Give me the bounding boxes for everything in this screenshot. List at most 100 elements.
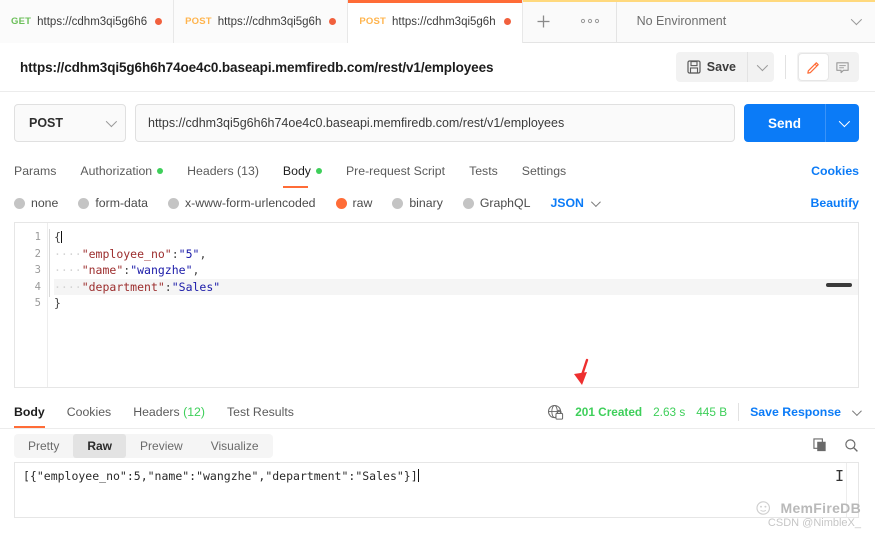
code-key: "department"	[81, 279, 165, 294]
radio-icon	[392, 197, 404, 209]
cookies-link[interactable]: Cookies	[811, 164, 859, 178]
http-method-select[interactable]: POST	[14, 104, 126, 142]
title-actions: Save	[675, 52, 859, 82]
tab-tests[interactable]: Tests	[469, 154, 498, 188]
watermark-credit: CSDN @NimbleX_	[767, 517, 861, 529]
view-mode-raw[interactable]: Raw	[73, 433, 127, 458]
url-input[interactable]: https://cdhm3qi5g6h6h74oe4c0.baseapi.mem…	[135, 104, 735, 142]
body-type-label: x-www-form-urlencoded	[184, 196, 316, 210]
body-type-raw[interactable]: raw	[335, 196, 372, 210]
copy-icon[interactable]	[813, 438, 828, 453]
code-fold-guide	[49, 229, 50, 297]
status-dot-icon	[315, 168, 322, 174]
environment-selector[interactable]: No Environment	[616, 0, 875, 42]
tab-body[interactable]: Body	[282, 154, 322, 188]
url-input-value: https://cdhm3qi5g6h6h74oe4c0.baseapi.mem…	[148, 116, 565, 130]
code-key: "name"	[81, 263, 124, 277]
response-status-text: 201 Created	[575, 405, 643, 419]
send-options-button[interactable]	[825, 104, 859, 142]
chevron-down-icon	[105, 115, 118, 128]
body-format-value: JSON	[550, 196, 584, 210]
editor-code-area[interactable]: { ····"employee_no":"5", ····"name":"wan…	[47, 223, 858, 387]
body-type-binary[interactable]: binary	[392, 196, 443, 210]
body-type-label: binary	[409, 196, 443, 210]
body-type-graphql[interactable]: GraphQL	[462, 196, 530, 210]
request-tab-3-active[interactable]: POST https://cdhm3qi5g6h	[348, 0, 523, 43]
unsaved-dot-icon	[503, 18, 511, 25]
response-scrollbar-track[interactable]	[846, 463, 858, 517]
line-number: 3	[34, 264, 41, 276]
url-bar-row: POST https://cdhm3qi5g6h6h74oe4c0.baseap…	[0, 92, 875, 154]
edit-request-button[interactable]	[799, 54, 828, 80]
code-tail: ,	[192, 263, 200, 277]
request-body-editor[interactable]: 1 2 3 4 5 { ····"employee_no":"5", ····"…	[14, 222, 859, 388]
code-line-4: ····"department":"Sales"	[54, 278, 858, 295]
code-line-1: {	[54, 229, 858, 246]
comments-button[interactable]	[828, 54, 857, 80]
send-button[interactable]: Send	[743, 104, 825, 142]
response-view-row: Pretty Raw Preview Visualize	[0, 428, 875, 462]
line-number: 4	[34, 280, 41, 293]
plus-icon	[537, 15, 550, 27]
tab-headers[interactable]: Headers (13)	[187, 154, 259, 188]
chevron-down-icon[interactable]	[851, 405, 862, 416]
new-tab-button[interactable]	[522, 0, 565, 42]
response-body-viewer[interactable]: [{"employee_no":5,"name":"wangzhe","depa…	[14, 462, 859, 518]
save-options-button[interactable]	[747, 52, 774, 82]
view-mode-preview[interactable]: Preview	[126, 434, 197, 458]
tab-url-label: https://cdhm3qi5g6h	[392, 15, 496, 28]
response-view-mode-group: Pretty Raw Preview Visualize	[14, 433, 273, 458]
body-format-select[interactable]: JSON	[550, 196, 601, 210]
pencil-icon	[807, 61, 819, 74]
radio-icon	[78, 197, 90, 209]
view-mode-visualize[interactable]: Visualize	[197, 434, 273, 458]
code-line-text: }	[54, 296, 61, 310]
view-mode-pretty[interactable]: Pretty	[14, 434, 73, 458]
send-button-group: Send	[743, 104, 859, 142]
save-response-button[interactable]: Save Response	[750, 405, 841, 419]
save-button[interactable]: Save	[675, 52, 747, 82]
status-dot-icon	[157, 168, 164, 174]
code-indent: ····	[54, 246, 82, 261]
tab-label: Headers (13)	[187, 164, 259, 178]
tab-label: Tests	[469, 164, 498, 178]
tab-authorization[interactable]: Authorization	[80, 154, 164, 188]
line-number: 1	[34, 231, 41, 243]
tab-url-label: https://cdhm3qi5g6h	[217, 15, 322, 28]
tab-method-label: GET	[11, 16, 32, 27]
editor-horizontal-scrollbar[interactable]	[826, 283, 852, 287]
response-time: 2.63 s	[653, 405, 686, 419]
comment-icon	[836, 61, 849, 73]
mouse-ibeam-cursor: I	[834, 467, 844, 485]
request-tab-2[interactable]: POST https://cdhm3qi5g6h	[174, 0, 349, 43]
tab-pre-request-script[interactable]: Pre-request Script	[346, 154, 445, 188]
response-tab-test-results[interactable]: Test Results	[227, 396, 294, 428]
code-line-text: {	[54, 230, 61, 244]
tab-label: Params	[14, 164, 57, 178]
text-cursor	[417, 469, 420, 482]
beautify-button[interactable]: Beautify	[810, 196, 859, 210]
line-number: 2	[34, 247, 41, 260]
chevron-down-icon	[850, 13, 863, 26]
response-tab-body[interactable]: Body	[14, 396, 45, 428]
tab-label: Body	[282, 164, 311, 178]
response-tab-label: Cookies	[66, 405, 112, 419]
tab-settings[interactable]: Settings	[522, 154, 566, 188]
body-type-none[interactable]: none	[14, 196, 58, 210]
tab-method-label: POST	[185, 16, 212, 27]
response-tab-headers[interactable]: Headers (12)	[133, 396, 205, 428]
code-indent: ····	[54, 279, 82, 294]
response-tab-label: Body	[14, 405, 45, 419]
unsaved-dot-icon	[155, 18, 163, 25]
response-tab-cookies[interactable]: Cookies	[67, 396, 111, 428]
request-tab-1[interactable]: GET https://cdhm3qi5g6h6	[0, 0, 175, 43]
tab-params[interactable]: Params	[14, 154, 56, 188]
tab-options-button[interactable]	[564, 0, 617, 42]
editor-gutter: 1 2 3 4 5	[15, 223, 47, 387]
code-indent: ····	[54, 263, 82, 277]
response-tab-label: Test Results	[226, 405, 294, 419]
search-icon[interactable]	[844, 438, 859, 453]
body-type-urlencoded[interactable]: x-www-form-urlencoded	[167, 196, 316, 210]
body-type-form-data[interactable]: form-data	[78, 196, 148, 210]
chevron-down-icon	[838, 115, 850, 128]
